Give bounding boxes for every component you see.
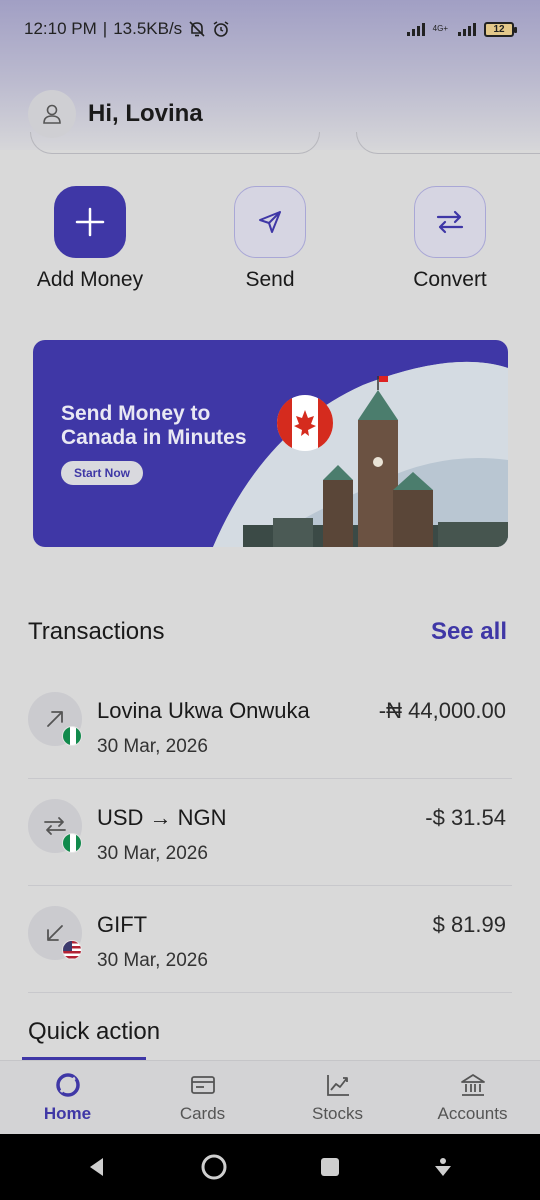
nav-accounts-label: Accounts bbox=[437, 1103, 508, 1123]
alarm-icon bbox=[213, 21, 229, 37]
transaction-amount: $ 81.99 bbox=[432, 912, 506, 937]
transactions-title: Transactions bbox=[28, 618, 165, 645]
accessibility-icon[interactable] bbox=[431, 1155, 455, 1179]
card-icon bbox=[190, 1075, 215, 1094]
recents-icon[interactable] bbox=[319, 1156, 341, 1178]
plus-icon bbox=[75, 207, 105, 237]
send-button[interactable] bbox=[234, 186, 306, 258]
battery-icon: 12 bbox=[484, 21, 517, 37]
nav-stocks[interactable]: Stocks bbox=[275, 1072, 400, 1124]
chart-icon bbox=[326, 1074, 349, 1096]
status-bar: 12:10 PM | 13.5KB/s 4G+ 12 bbox=[0, 0, 540, 58]
add-money-action[interactable]: Add Money bbox=[25, 186, 155, 292]
home-icon bbox=[55, 1072, 80, 1097]
transaction-row[interactable]: Lovina Ukwa Onwuka 30 Mar, 2026 -₦ 44,00… bbox=[28, 672, 512, 779]
send-label: Send bbox=[245, 268, 295, 291]
nigeria-flag-icon bbox=[62, 726, 82, 746]
network-type: 4G+ bbox=[432, 24, 448, 33]
avatar[interactable] bbox=[28, 90, 76, 138]
banner-title: Send Money to Canada in Minutes bbox=[61, 402, 247, 449]
promo-banner[interactable]: Send Money to Canada in Minutes Start No… bbox=[33, 340, 508, 547]
quick-action-title: Quick action bbox=[28, 1018, 161, 1045]
transaction-date: 30 Mar, 2026 bbox=[97, 950, 208, 971]
start-now-button[interactable]: Start Now bbox=[61, 461, 143, 485]
convert-button[interactable] bbox=[414, 186, 486, 258]
battery-level: 12 bbox=[493, 23, 505, 35]
signal-icon-2 bbox=[458, 22, 476, 36]
mute-bell-icon bbox=[189, 21, 205, 37]
bank-icon bbox=[460, 1073, 485, 1096]
system-nav-bar bbox=[0, 1134, 540, 1200]
status-speed: 13.5KB/s bbox=[113, 19, 183, 38]
transaction-row[interactable]: GIFT 30 Mar, 2026 $ 81.99 bbox=[28, 886, 512, 993]
transaction-date: 30 Mar, 2026 bbox=[97, 843, 208, 864]
transactions-list: Lovina Ukwa Onwuka 30 Mar, 2026 -₦ 44,00… bbox=[28, 672, 512, 993]
transaction-name: GIFT bbox=[97, 912, 148, 937]
nav-cards-label: Cards bbox=[179, 1103, 226, 1123]
back-icon[interactable] bbox=[85, 1155, 109, 1179]
status-separator: | bbox=[102, 19, 108, 38]
quick-actions-row: Add Money Send Convert bbox=[0, 186, 540, 296]
account-card-peek[interactable] bbox=[30, 132, 320, 154]
send-icon bbox=[259, 211, 281, 233]
nav-accounts[interactable]: Accounts bbox=[410, 1072, 535, 1124]
send-action[interactable]: Send bbox=[205, 186, 335, 292]
account-card-peek-2[interactable] bbox=[356, 132, 540, 154]
nav-home[interactable]: Home bbox=[5, 1072, 130, 1124]
nav-home-label: Home bbox=[43, 1103, 92, 1123]
nigeria-flag-icon bbox=[62, 833, 82, 853]
see-all-link[interactable]: See all bbox=[431, 618, 507, 646]
convert-label: Convert bbox=[413, 268, 487, 291]
transaction-date: 30 Mar, 2026 bbox=[97, 736, 208, 757]
convert-icon bbox=[436, 210, 464, 234]
user-icon bbox=[43, 104, 61, 124]
usa-flag-icon bbox=[62, 940, 82, 960]
convert-action[interactable]: Convert bbox=[385, 186, 515, 292]
transaction-amount: -$ 31.54 bbox=[425, 805, 506, 830]
nav-stocks-label: Stocks bbox=[311, 1103, 364, 1123]
greeting-text: Hi, Lovina bbox=[88, 100, 203, 127]
transaction-amount: -₦ 44,000.00 bbox=[378, 698, 506, 723]
status-time: 12:10 PM bbox=[24, 19, 97, 38]
add-money-button[interactable] bbox=[54, 186, 126, 258]
nav-cards[interactable]: Cards bbox=[140, 1072, 265, 1124]
transaction-name: USD → NGN bbox=[97, 805, 227, 830]
transaction-row[interactable]: USD → NGN 30 Mar, 2026 -$ 31.54 bbox=[28, 779, 512, 886]
transaction-name: Lovina Ukwa Onwuka bbox=[97, 698, 310, 723]
add-money-label: Add Money bbox=[36, 268, 144, 291]
header: Hi, Lovina bbox=[28, 90, 203, 138]
signal-icon bbox=[406, 22, 425, 36]
home-button-icon[interactable] bbox=[199, 1152, 229, 1182]
bottom-nav: Home Cards Stocks Accounts bbox=[0, 1060, 540, 1134]
